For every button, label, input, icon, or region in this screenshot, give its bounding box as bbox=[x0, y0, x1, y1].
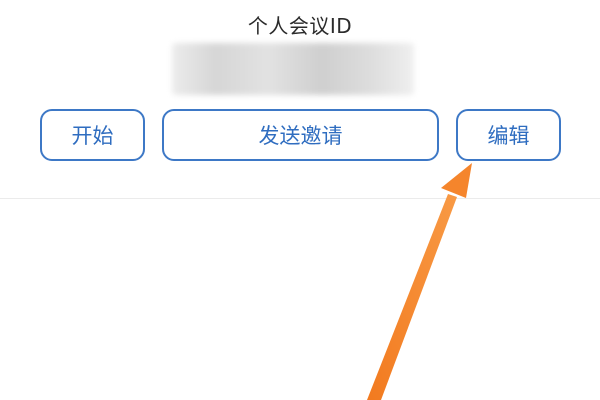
edit-button[interactable]: 编辑 bbox=[456, 109, 561, 161]
start-button[interactable]: 开始 bbox=[40, 109, 145, 161]
meeting-title: 个人会议ID bbox=[247, 14, 353, 38]
meeting-id-redacted bbox=[172, 43, 414, 95]
send-invite-button[interactable]: 发送邀请 bbox=[162, 109, 439, 161]
section-divider bbox=[0, 198, 600, 199]
personal-meeting-panel: 个人会议ID 开始 发送邀请 编辑 bbox=[0, 0, 600, 200]
